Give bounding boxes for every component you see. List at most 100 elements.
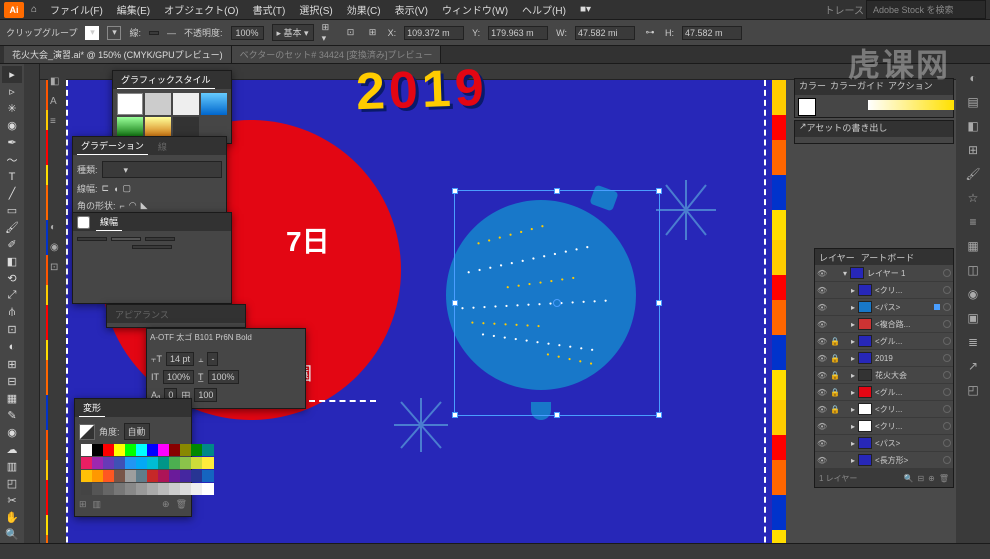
style-thumb[interactable] [145, 93, 171, 115]
menu-effect[interactable]: 効果(C) [341, 0, 387, 19]
color-spectrum[interactable] [868, 100, 954, 110]
sw-field-1[interactable] [77, 237, 107, 241]
fill-color[interactable] [798, 98, 816, 116]
fill-stroke-icon[interactable] [79, 424, 95, 440]
eyedropper-tool[interactable]: ✎ [2, 407, 22, 424]
dock-swatches-icon[interactable]: ⊞ [961, 140, 985, 160]
layer-row[interactable]: 👁🔒 ▸<クリ... [815, 401, 953, 418]
stroke-check[interactable] [77, 216, 90, 229]
layers-panel[interactable]: レイヤー アートボード 👁▾レイヤー 1👁 ▸<クリ...👁 ▸<パス>👁 ▸<… [814, 248, 954, 488]
lock-icon[interactable]: 🔒 [830, 371, 840, 380]
lock-icon[interactable]: 🔒 [830, 388, 840, 397]
layer-name[interactable]: 花火大会 [875, 370, 931, 381]
stroke-width-tab[interactable]: 線幅 [96, 213, 122, 231]
visibility-icon[interactable]: 👁 [817, 269, 827, 278]
swatch-menu-icon[interactable]: ⊞ [79, 499, 87, 510]
type-tool[interactable]: T [2, 168, 22, 185]
trans-mode[interactable]: 自動 [124, 423, 150, 440]
locate-icon[interactable]: 🔍 [903, 474, 913, 483]
lasso-tool[interactable]: ◉ [2, 117, 22, 134]
anchor-icon[interactable]: ⊞ [366, 26, 380, 40]
line-tool[interactable]: ╱ [2, 185, 22, 202]
dock-icon[interactable]: ◧ [50, 76, 64, 90]
join-miter-icon[interactable]: ⌐ [120, 201, 125, 211]
direct-select-tool[interactable]: ▹ [2, 83, 22, 100]
dock-icon[interactable]: A [50, 96, 64, 110]
layer-name[interactable]: <複合路... [875, 319, 931, 330]
visibility-icon[interactable]: 👁 [817, 337, 827, 346]
visibility-icon[interactable]: 👁 [817, 388, 827, 397]
dock-layers-icon[interactable]: ≣ [961, 332, 985, 352]
link-icon[interactable]: ⊶ [643, 26, 657, 40]
dock-gradient-icon[interactable]: ▦ [961, 236, 985, 256]
dock-asset-icon[interactable]: ↗ [961, 356, 985, 376]
layer-name[interactable]: <クリ... [875, 421, 931, 432]
sw-center[interactable] [132, 245, 172, 249]
target-icon[interactable] [943, 388, 951, 396]
rectangle-tool[interactable]: ▭ [2, 202, 22, 219]
free-transform-tool[interactable]: ⊡ [2, 321, 22, 338]
dock-icon[interactable]: ◐ [50, 222, 64, 236]
cap-butt-icon[interactable]: ⊏ [102, 183, 110, 194]
color-panel[interactable]: カラー カラーガイド アクション [794, 78, 954, 118]
dock-libraries-icon[interactable]: ▤ [961, 92, 985, 112]
transform-icon[interactable]: ⊡ [344, 26, 358, 40]
cap-square-icon[interactable]: ▢ [123, 183, 132, 194]
visibility-icon[interactable]: 👁 [817, 354, 827, 363]
target-icon[interactable] [943, 286, 951, 294]
target-icon[interactable] [943, 269, 951, 277]
dock-transparency-icon[interactable]: ◫ [961, 260, 985, 280]
font-name[interactable]: A-OTF 太ゴ B101 Pr6N Bold [150, 332, 252, 343]
visibility-icon[interactable]: 👁 [817, 286, 827, 295]
visibility-icon[interactable]: 👁 [817, 456, 827, 465]
layer-name[interactable]: <長方形> [875, 455, 931, 466]
layer-name[interactable]: <グル... [875, 336, 931, 347]
layer-name[interactable]: <パス> [875, 438, 931, 449]
layers-tab[interactable]: レイヤー [819, 251, 855, 264]
target-icon[interactable] [943, 371, 951, 379]
target-icon[interactable] [943, 337, 951, 345]
gradient-tool[interactable]: ▦ [2, 390, 22, 407]
stroke-tab[interactable]: 線 [154, 138, 171, 155]
stock-search[interactable]: Adobe Stock を検索 [866, 0, 986, 19]
graphic-styles-panel[interactable]: グラフィックスタイル [112, 70, 232, 144]
x-value[interactable]: 109.372 m [404, 26, 464, 40]
selection-bounds[interactable] [454, 190, 660, 416]
layer-name[interactable]: <グル... [875, 387, 931, 398]
leading[interactable]: - [207, 352, 218, 366]
appearance-tab[interactable]: アピアランス [111, 306, 173, 323]
asset-export-panel[interactable]: ↗アセットの書き出し [794, 120, 954, 144]
menu-object[interactable]: オブジェクト(O) [158, 0, 244, 19]
dock-stroke-icon[interactable]: ≡ [961, 212, 985, 232]
swatch-new-icon[interactable]: ⊕ [162, 499, 170, 510]
gradient-panel[interactable]: グラデーション 線 種類: ▾ 線幅:⊏◖▢ 角の形状:⌐◠◣ [72, 136, 227, 219]
transform-tab[interactable]: 変形 [79, 399, 105, 417]
menu-extra[interactable]: ■▾ [574, 2, 597, 17]
cap-round-icon[interactable]: ◖ [113, 184, 118, 194]
visibility-icon[interactable]: 👁 [817, 303, 827, 312]
fill-swatch[interactable]: ▾ [85, 26, 99, 40]
dock-appearance-icon[interactable]: ◉ [961, 284, 985, 304]
width-tool[interactable]: ⫛ [2, 304, 22, 321]
swatch[interactable] [202, 470, 214, 482]
layer-row[interactable]: 👁 ▸<パス> [815, 435, 953, 452]
target-icon[interactable] [943, 405, 951, 413]
vscale[interactable]: 100% [163, 370, 194, 384]
style-dropdown[interactable]: ▸ 基本 ▾ [272, 24, 314, 41]
layer-row[interactable]: 👁 ▸<クリ... [815, 418, 953, 435]
swatch-lib-icon[interactable]: ▥ [93, 499, 102, 510]
style-thumb[interactable] [201, 93, 227, 115]
hscale[interactable]: 100% [208, 370, 239, 384]
magic-wand-tool[interactable]: ✳ [2, 100, 22, 117]
layer-name[interactable]: <パス> [875, 302, 931, 313]
lock-icon[interactable]: 🔒 [830, 337, 840, 346]
target-icon[interactable] [943, 439, 951, 447]
artboard-tool[interactable]: ◰ [2, 475, 22, 492]
layer-row[interactable]: 👁🔒 ▸2019 [815, 350, 953, 367]
slice-tool[interactable]: ✂ [2, 492, 22, 509]
swatch[interactable] [202, 457, 214, 469]
menu-select[interactable]: 選択(S) [293, 0, 338, 19]
layer-name[interactable]: <クリ... [875, 285, 931, 296]
blend-tool[interactable]: ◉ [2, 424, 22, 441]
layer-name[interactable]: <クリ... [875, 404, 931, 415]
